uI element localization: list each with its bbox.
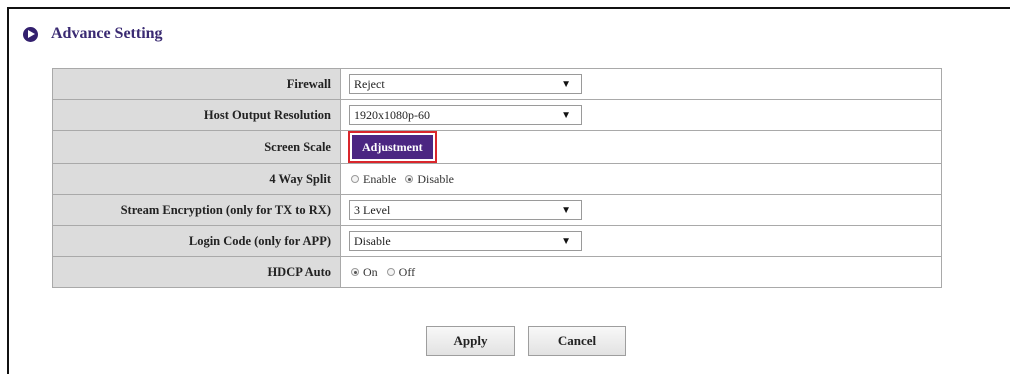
- dropdown-arrow-icon: ▼: [561, 204, 571, 216]
- radio-unchecked-icon[interactable]: [351, 175, 359, 183]
- hdcp-auto-label: HDCP Auto: [52, 256, 341, 288]
- 4-way-split-radio-group: Enable Disable: [349, 172, 941, 187]
- apply-button[interactable]: Apply: [426, 326, 515, 356]
- 4-way-split-enable-option[interactable]: Enable: [351, 172, 396, 187]
- row-stream-encryption: Stream Encryption (only for TX to RX) 3 …: [52, 194, 942, 226]
- dropdown-arrow-icon: ▼: [561, 109, 571, 121]
- login-code-select[interactable]: Disable ▼: [349, 231, 582, 251]
- hdcp-auto-off-option[interactable]: Off: [386, 264, 416, 280]
- host-output-resolution-label: Host Output Resolution: [52, 99, 341, 131]
- login-code-value: Disable: [354, 233, 391, 248]
- row-login-code: Login Code (only for APP) Disable ▼: [52, 225, 942, 257]
- radio-label: Off: [398, 264, 416, 279]
- 4-way-split-label: 4 Way Split: [52, 163, 341, 195]
- hdcp-auto-radio-group: On Off: [349, 265, 941, 280]
- row-hdcp-auto: HDCP Auto On Off: [52, 256, 942, 288]
- adjustment-button[interactable]: Adjustment: [352, 135, 433, 159]
- stream-encryption-select[interactable]: 3 Level ▼: [349, 200, 582, 220]
- adjustment-highlight: Adjustment: [348, 131, 437, 163]
- login-code-label: Login Code (only for APP): [52, 225, 341, 257]
- host-output-resolution-value: 1920x1080p-60: [354, 107, 430, 122]
- row-host-output-resolution: Host Output Resolution 1920x1080p-60 ▼: [52, 99, 942, 131]
- radio-checked-icon[interactable]: [351, 268, 359, 276]
- settings-table: Firewall Reject ▼ Host Output Resolution…: [52, 68, 942, 288]
- action-buttons: Apply Cancel: [426, 326, 626, 356]
- cancel-button[interactable]: Cancel: [528, 326, 626, 356]
- radio-label: On: [363, 264, 378, 279]
- firewall-select[interactable]: Reject ▼: [349, 74, 582, 94]
- hdcp-auto-on-option[interactable]: On: [351, 265, 378, 280]
- dropdown-arrow-icon: ▼: [561, 235, 571, 247]
- radio-label: Enable: [363, 171, 397, 186]
- play-circle-icon: [23, 26, 38, 42]
- row-4-way-split: 4 Way Split Enable Disable: [52, 163, 942, 195]
- section-header: Advance Setting: [23, 22, 163, 46]
- firewall-select-value: Reject: [354, 76, 385, 91]
- stream-encryption-value: 3 Level: [354, 202, 391, 217]
- radio-checked-icon[interactable]: [405, 175, 414, 183]
- 4-way-split-disable-option[interactable]: Disable: [405, 172, 454, 187]
- host-output-resolution-select[interactable]: 1920x1080p-60 ▼: [349, 105, 582, 125]
- row-firewall: Firewall Reject ▼: [52, 68, 942, 100]
- page-title: Advance Setting: [51, 25, 163, 42]
- radio-label: Disable: [417, 171, 454, 186]
- stream-encryption-label: Stream Encryption (only for TX to RX): [52, 194, 341, 226]
- firewall-label: Firewall: [52, 68, 341, 100]
- row-screen-scale: Screen Scale Adjustment: [52, 130, 942, 164]
- radio-unchecked-icon[interactable]: [386, 268, 395, 276]
- screen-scale-label: Screen Scale: [52, 130, 341, 164]
- dropdown-arrow-icon: ▼: [561, 78, 571, 90]
